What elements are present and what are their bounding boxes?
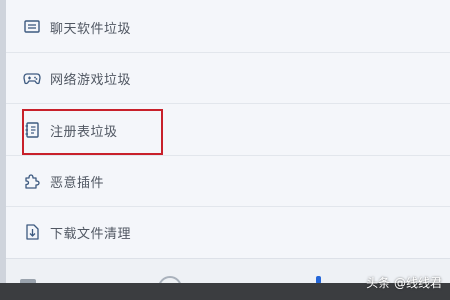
watermark: 头条 @线线君 [366, 276, 442, 290]
gamepad-icon [23, 73, 41, 85]
list-item-label: 聊天软件垃圾 [50, 21, 132, 37]
registry-document-icon [25, 122, 39, 138]
divider [6, 103, 450, 104]
list-item-label: 恶意插件 [50, 175, 105, 191]
chat-window-icon [24, 20, 40, 33]
list-item-registry-junk[interactable]: 注册表垃圾 [6, 105, 450, 155]
download-file-icon [26, 224, 39, 240]
list-item-chat-junk[interactable]: 聊天软件垃圾 [6, 2, 450, 52]
list-item-game-junk[interactable]: 网络游戏垃圾 [6, 53, 450, 103]
list-item-label: 下载文件清理 [50, 226, 132, 242]
app-window: 聊天软件垃圾 网络游戏垃圾 注册表垃圾 恶意插件 下载文件清理 头条 @线线君 [0, 0, 450, 300]
cleanup-category-list: 聊天软件垃圾 网络游戏垃圾 注册表垃圾 恶意插件 下载文件清理 [6, 0, 450, 258]
list-item-label: 网络游戏垃圾 [50, 72, 132, 88]
list-item-malicious-plugins[interactable]: 恶意插件 [6, 156, 450, 206]
list-item-label: 注册表垃圾 [50, 124, 118, 140]
puzzle-plugin-icon [25, 174, 40, 189]
list-item-download-cleanup[interactable]: 下载文件清理 [6, 207, 450, 257]
